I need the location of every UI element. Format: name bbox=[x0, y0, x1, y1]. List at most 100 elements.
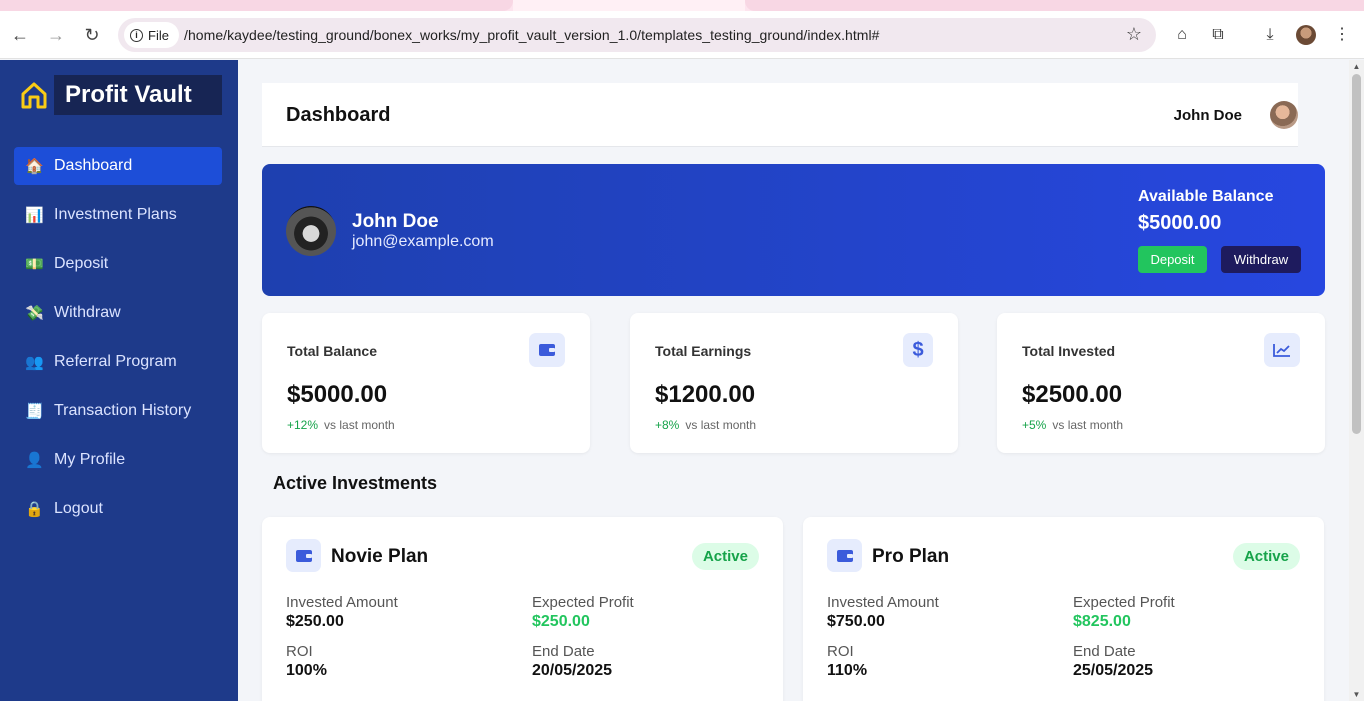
stat-label: Total Balance bbox=[287, 343, 377, 359]
brand[interactable]: Profit Vault bbox=[14, 75, 222, 115]
stat-label: Total Earnings bbox=[655, 343, 752, 359]
top-header: Dashboard John Doe bbox=[262, 83, 1298, 147]
stat-card-total-earnings: Total Earnings $ $1200.00 +8% vs last mon… bbox=[630, 313, 958, 453]
balance-label: Available Balance bbox=[1138, 188, 1274, 205]
dollar-icon: $ bbox=[903, 333, 933, 367]
scroll-down-icon[interactable]: ▼ bbox=[1352, 690, 1361, 699]
stat-change: +8% bbox=[655, 418, 680, 432]
sidebar-item-withdraw[interactable]: 💸 Withdraw bbox=[14, 294, 222, 332]
invested-amount-value: $750.00 bbox=[827, 613, 885, 630]
sidebar-item-label: Dashboard bbox=[54, 157, 133, 174]
stat-value: $1200.00 bbox=[655, 381, 756, 408]
plan-card-pro[interactable]: Pro Plan Active Invested Amount $750.00 … bbox=[803, 517, 1324, 701]
wallet-icon bbox=[529, 333, 565, 367]
stat-value: $5000.00 bbox=[287, 381, 388, 408]
sidebar-item-referral-program[interactable]: 👥 Referral Program bbox=[14, 343, 222, 381]
sidebar-item-label: Withdraw bbox=[54, 304, 121, 321]
bookmark-star-icon[interactable]: ☆ bbox=[1126, 24, 1142, 45]
stat-note: vs last month bbox=[685, 418, 757, 432]
end-date-value: 20/05/2025 bbox=[532, 662, 613, 679]
stat-note: vs last month bbox=[324, 418, 395, 432]
stat-card-total-invested: Total Invested $2500.00 +5% vs last month bbox=[997, 313, 1325, 453]
roi-value: 100% bbox=[286, 662, 327, 679]
chart-icon: 📊 bbox=[25, 207, 44, 224]
expected-profit-label: Expected Profit bbox=[1073, 594, 1175, 611]
url-text[interactable]: /home/kaydee/testing_ground/bonex_works/… bbox=[184, 27, 880, 43]
plan-name: Pro Plan bbox=[872, 546, 950, 567]
status-badge: Active bbox=[691, 543, 759, 570]
lock-icon: 🔒 bbox=[25, 501, 44, 518]
download-icon[interactable]: ⤓ bbox=[1258, 23, 1282, 47]
forward-icon[interactable]: → bbox=[44, 23, 68, 47]
browser-tab-active[interactable] bbox=[513, 0, 745, 11]
extension-icon[interactable]: ⌂ bbox=[1170, 23, 1194, 47]
stat-value: $2500.00 bbox=[1022, 381, 1123, 408]
sidebar-item-dashboard[interactable]: 🏠 Dashboard bbox=[14, 147, 222, 185]
active-investments-title: Active Investments bbox=[273, 473, 438, 493]
money-wings-icon: 💸 bbox=[25, 305, 44, 322]
puzzle-extensions-icon[interactable]: ⧉ bbox=[1206, 23, 1230, 47]
sidebar-item-investment-plans[interactable]: 📊 Investment Plans bbox=[14, 196, 222, 234]
info-icon: i bbox=[130, 28, 143, 42]
receipt-icon: 🧾 bbox=[25, 403, 44, 420]
users-icon: 👥 bbox=[25, 354, 44, 371]
expected-profit-value: $250.00 bbox=[532, 613, 590, 630]
site-info-chip[interactable]: i File bbox=[124, 22, 179, 48]
balance-value: $5000.00 bbox=[1138, 212, 1222, 234]
invested-amount-label: Invested Amount bbox=[286, 594, 398, 611]
browser-profile-avatar[interactable] bbox=[1296, 25, 1316, 45]
invested-amount-label: Invested Amount bbox=[827, 594, 939, 611]
scrollbar-thumb[interactable] bbox=[1352, 74, 1361, 434]
sidebar-item-label: Referral Program bbox=[54, 353, 177, 370]
sidebar-item-my-profile[interactable]: 👤 My Profile bbox=[14, 441, 222, 479]
house-icon: 🏠 bbox=[25, 158, 44, 175]
sidebar-item-label: Deposit bbox=[54, 255, 109, 272]
stat-label: Total Invested bbox=[1022, 343, 1116, 359]
browser-toolbar: ← → ↻ i File /home/kaydee/testing_ground… bbox=[0, 11, 1364, 59]
balance-banner: John Doe john@example.com Available Bala… bbox=[262, 164, 1325, 296]
stat-footer: +12% vs last month bbox=[287, 418, 395, 432]
plan-name: Novie Plan bbox=[331, 546, 429, 567]
header-avatar[interactable] bbox=[1270, 101, 1298, 129]
stat-card-total-balance: Total Balance $5000.00 +12% vs last month bbox=[262, 313, 590, 453]
address-bar[interactable]: i File /home/kaydee/testing_ground/bonex… bbox=[118, 18, 1156, 52]
tab-strip bbox=[0, 0, 1364, 11]
roi-value: 110% bbox=[827, 662, 868, 679]
page-scrollbar[interactable]: ▲ ▼ bbox=[1349, 60, 1364, 701]
status-badge: Active bbox=[1232, 543, 1300, 570]
sidebar-item-label: Investment Plans bbox=[54, 206, 177, 223]
reload-icon[interactable]: ↻ bbox=[80, 23, 104, 47]
deposit-button[interactable]: Deposit bbox=[1138, 246, 1207, 273]
end-date-label: End Date bbox=[532, 643, 595, 660]
header-user-name[interactable]: John Doe bbox=[1174, 107, 1242, 124]
user-email: john@example.com bbox=[352, 233, 494, 250]
back-icon[interactable]: ← bbox=[8, 23, 32, 47]
browser-tab[interactable] bbox=[745, 0, 1364, 11]
sidebar: Profit Vault 🏠 Dashboard 📊 Investment Plans… bbox=[0, 60, 238, 701]
expected-profit-value: $825.00 bbox=[1073, 613, 1131, 630]
sidebar-item-deposit[interactable]: 💵 Deposit bbox=[14, 245, 222, 283]
expected-profit-label: Expected Profit bbox=[532, 594, 634, 611]
sidebar-item-logout[interactable]: 🔒 Logout bbox=[14, 490, 222, 528]
roi-label: ROI bbox=[286, 643, 313, 660]
stat-change: +12% bbox=[287, 418, 319, 432]
user-icon: 👤 bbox=[25, 452, 44, 469]
scroll-up-icon[interactable]: ▲ bbox=[1352, 62, 1361, 71]
home-logo-icon bbox=[14, 75, 54, 115]
brand-name: Profit Vault bbox=[65, 81, 192, 108]
sidebar-menu: 🏠 Dashboard 📊 Investment Plans 💵 Deposit 💸 With… bbox=[14, 147, 222, 539]
trend-chart-icon bbox=[1264, 333, 1300, 367]
more-menu-icon[interactable]: ⋮ bbox=[1330, 23, 1354, 47]
end-date-value: 25/05/2025 bbox=[1073, 662, 1154, 679]
sidebar-item-transaction-history[interactable]: 🧾 Transaction History bbox=[14, 392, 222, 430]
browser-tab[interactable] bbox=[0, 0, 513, 11]
user-avatar bbox=[286, 206, 336, 256]
withdraw-button[interactable]: Withdraw bbox=[1221, 246, 1301, 273]
stat-footer: +5% vs last month bbox=[1022, 418, 1123, 432]
invested-amount-value: $250.00 bbox=[286, 613, 344, 630]
page-title: Dashboard bbox=[286, 104, 391, 126]
sidebar-item-label: Transaction History bbox=[54, 402, 192, 419]
end-date-label: End Date bbox=[1073, 643, 1136, 660]
plan-card-novie[interactable]: Novie Plan Active Invested Amount $250.0… bbox=[262, 517, 783, 701]
stat-change: +5% bbox=[1022, 418, 1047, 432]
